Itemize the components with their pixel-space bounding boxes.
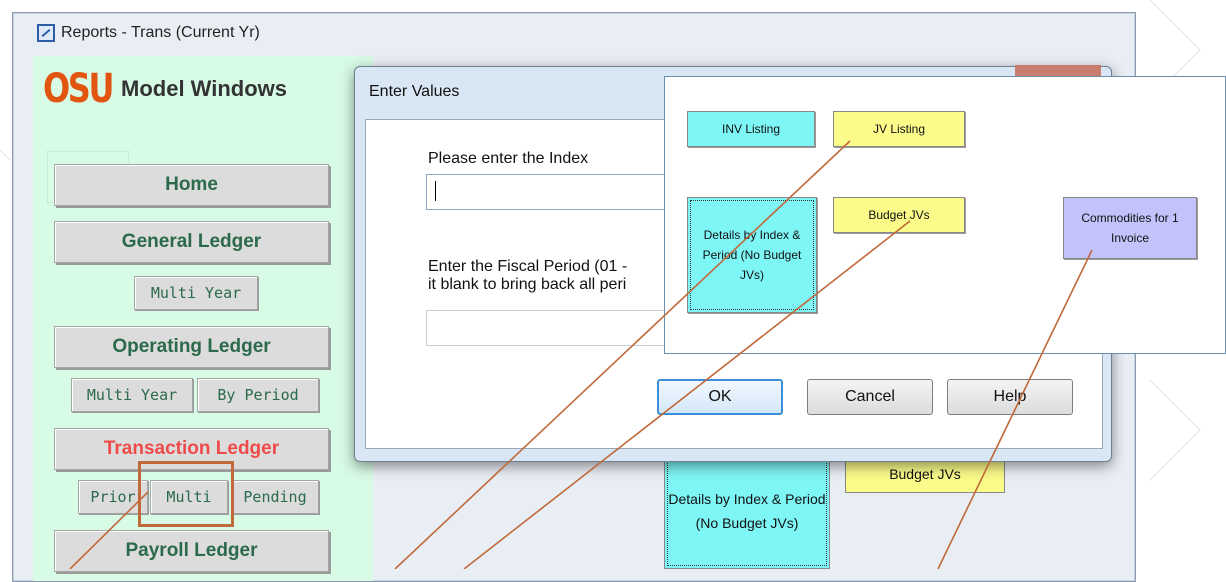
- bg-details-button[interactable]: Details by Index & Period (No Budget JVs…: [664, 452, 830, 569]
- details-by-index-button[interactable]: Details by Index & Period (No Budget JVs…: [687, 197, 817, 313]
- cancel-button[interactable]: Cancel: [807, 379, 933, 415]
- ol-by-period-button[interactable]: By Period: [197, 378, 319, 412]
- tl-pending-button[interactable]: Pending: [231, 480, 319, 514]
- dialog-title: Enter Values: [369, 83, 460, 100]
- model-windows-title: Model Windows: [121, 76, 288, 101]
- home-button[interactable]: Home: [54, 164, 329, 206]
- window-title: Reports - Trans (Current Yr): [61, 24, 260, 41]
- ol-multi-year-button[interactable]: Multi Year: [71, 378, 193, 412]
- app-window-icon: [37, 24, 55, 42]
- operating-ledger-button[interactable]: Operating Ledger: [54, 326, 329, 368]
- commodities-button[interactable]: Commodities for 1 Invoice: [1063, 197, 1197, 259]
- budget-jvs-button[interactable]: Budget JVs: [833, 197, 965, 233]
- fiscal-period-input[interactable]: [426, 310, 676, 346]
- multi-callout-box: [138, 461, 234, 527]
- window-titlebar: Reports - Trans (Current Yr): [13, 13, 1135, 53]
- text-caret: [435, 181, 436, 201]
- payroll-ledger-button[interactable]: Payroll Ledger: [54, 530, 329, 572]
- logo: OSU Model Windows: [43, 66, 287, 112]
- jv-listing-button[interactable]: JV Listing: [833, 111, 965, 147]
- general-ledger-button[interactable]: General Ledger: [54, 221, 329, 263]
- gl-multi-year-button[interactable]: Multi Year: [134, 276, 258, 310]
- osu-logo: OSU: [43, 66, 114, 112]
- report-buttons-zoom-panel: INV Listing JV Listing Details by Index …: [664, 76, 1226, 354]
- help-button[interactable]: Help: [947, 379, 1073, 415]
- index-input[interactable]: [426, 174, 676, 210]
- inv-listing-button[interactable]: INV Listing: [687, 111, 815, 147]
- fiscal-period-prompt: Enter the Fiscal Period (01 - it blank t…: [428, 258, 628, 293]
- ok-button[interactable]: OK: [657, 379, 783, 415]
- index-prompt: Please enter the Index: [428, 150, 589, 167]
